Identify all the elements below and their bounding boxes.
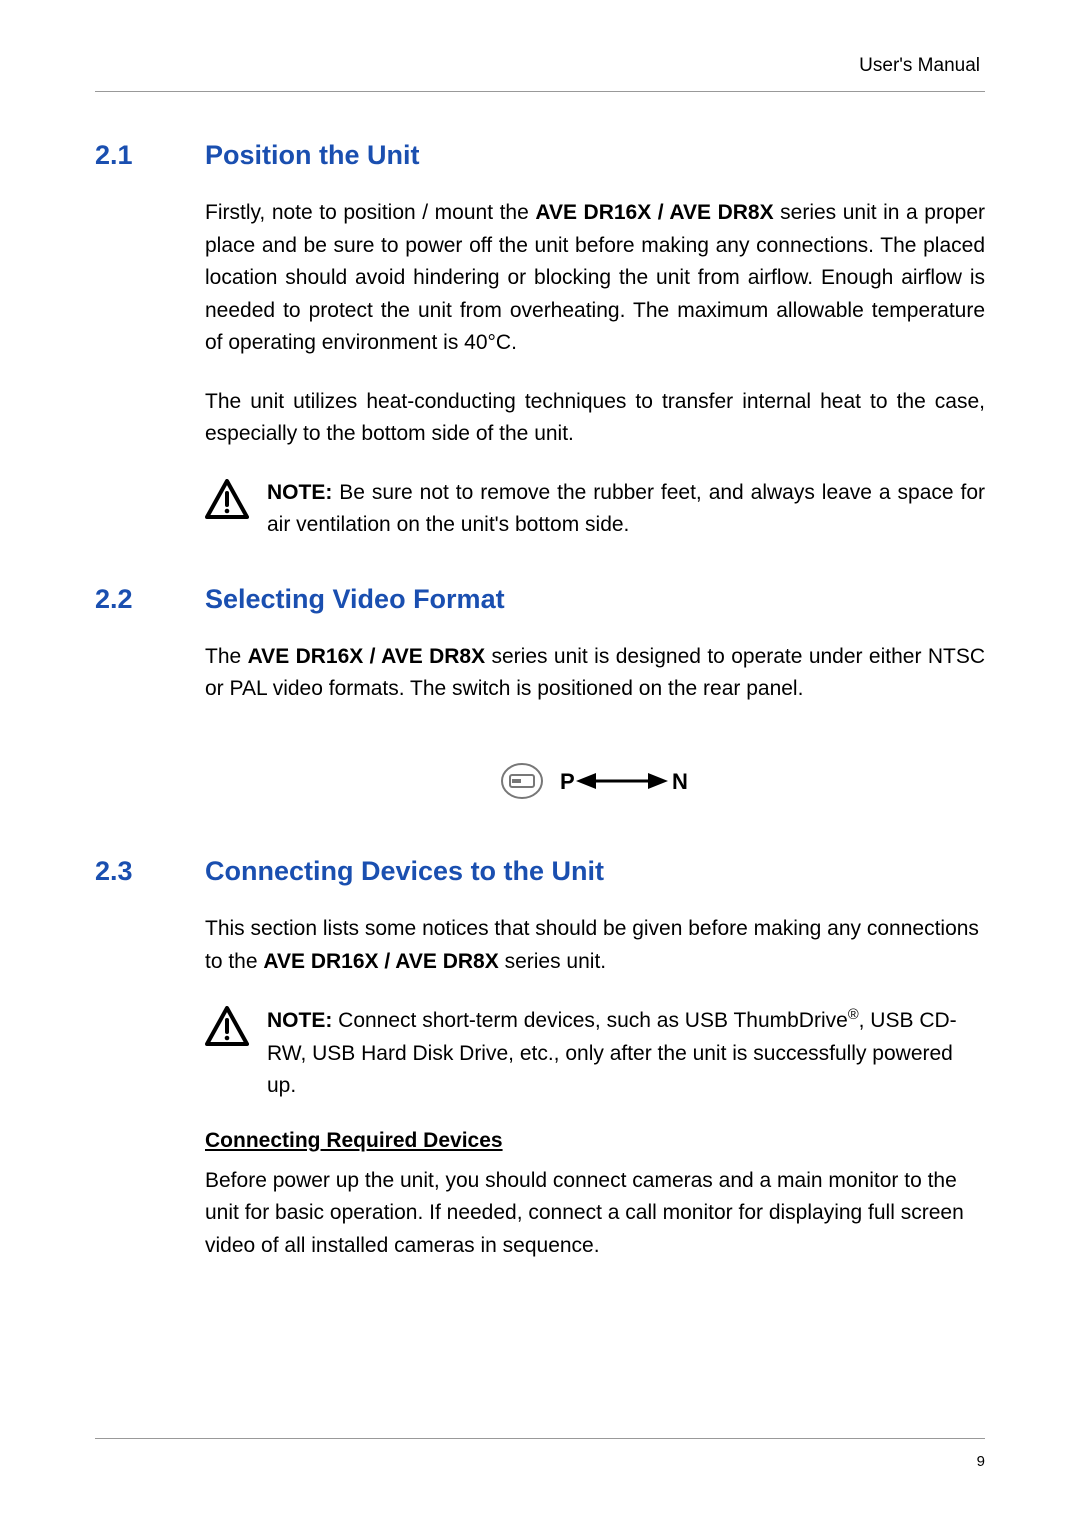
superscript: ® bbox=[848, 1007, 859, 1023]
section-2-3: 2.3 Connecting Devices to the Unit This … bbox=[95, 856, 985, 1262]
note-block: NOTE: Be sure not to remove the rubber f… bbox=[205, 477, 985, 542]
note-block: NOTE: Connect short-term devices, such a… bbox=[205, 1004, 985, 1103]
note-text: NOTE: Connect short-term devices, such a… bbox=[267, 1004, 985, 1103]
switch-p-label: P bbox=[560, 769, 575, 794]
section-2-2: 2.2 Selecting Video Format The AVE DR16X… bbox=[95, 584, 985, 814]
paragraph: This section lists some notices that sho… bbox=[205, 913, 985, 978]
paragraph: The AVE DR16X / AVE DR8X series unit is … bbox=[205, 641, 985, 706]
paragraph: Firstly, note to position / mount the AV… bbox=[205, 197, 985, 360]
text: Be sure not to remove the rubber feet, a… bbox=[267, 481, 985, 537]
text: Connect short-term devices, such as USB … bbox=[332, 1009, 847, 1032]
bold-text: AVE DR16X / AVE DR8X bbox=[263, 950, 498, 973]
document-page: User's Manual 2.1 Position the Unit Firs… bbox=[0, 0, 1080, 1354]
note-label: NOTE: bbox=[267, 1009, 332, 1032]
section-title: Connecting Devices to the Unit bbox=[205, 856, 604, 887]
switch-n-label: N bbox=[672, 769, 688, 794]
page-header: User's Manual bbox=[95, 55, 985, 92]
section-heading: 2.3 Connecting Devices to the Unit bbox=[95, 856, 985, 887]
section-title: Selecting Video Format bbox=[205, 584, 505, 615]
note-label: NOTE: bbox=[267, 481, 332, 504]
section-title: Position the Unit bbox=[205, 140, 419, 171]
section-number: 2.3 bbox=[95, 856, 205, 887]
switch-diagram: P N bbox=[205, 732, 985, 814]
switch-icon: P N bbox=[500, 758, 690, 804]
bold-text: AVE DR16X / AVE DR8X bbox=[535, 201, 773, 224]
text: Firstly, note to position / mount the bbox=[205, 201, 535, 224]
section-heading: 2.2 Selecting Video Format bbox=[95, 584, 985, 615]
bold-text: AVE DR16X / AVE DR8X bbox=[248, 645, 486, 668]
warning-icon bbox=[205, 479, 249, 519]
note-text: NOTE: Be sure not to remove the rubber f… bbox=[267, 477, 985, 542]
page-footer: 9 bbox=[95, 1438, 985, 1470]
warning-icon bbox=[205, 1006, 249, 1046]
paragraph: Before power up the unit, you should con… bbox=[205, 1165, 985, 1263]
section-number: 2.1 bbox=[95, 140, 205, 171]
section-number: 2.2 bbox=[95, 584, 205, 615]
header-title: User's Manual bbox=[859, 55, 980, 76]
section-heading: 2.1 Position the Unit bbox=[95, 140, 985, 171]
page-number: 9 bbox=[977, 1453, 985, 1470]
subheading: Connecting Required Devices bbox=[205, 1129, 985, 1153]
section-2-1: 2.1 Position the Unit Firstly, note to p… bbox=[95, 140, 985, 542]
paragraph: The unit utilizes heat-conducting techni… bbox=[205, 386, 985, 451]
text: The bbox=[205, 645, 248, 668]
text: series unit. bbox=[499, 950, 606, 973]
